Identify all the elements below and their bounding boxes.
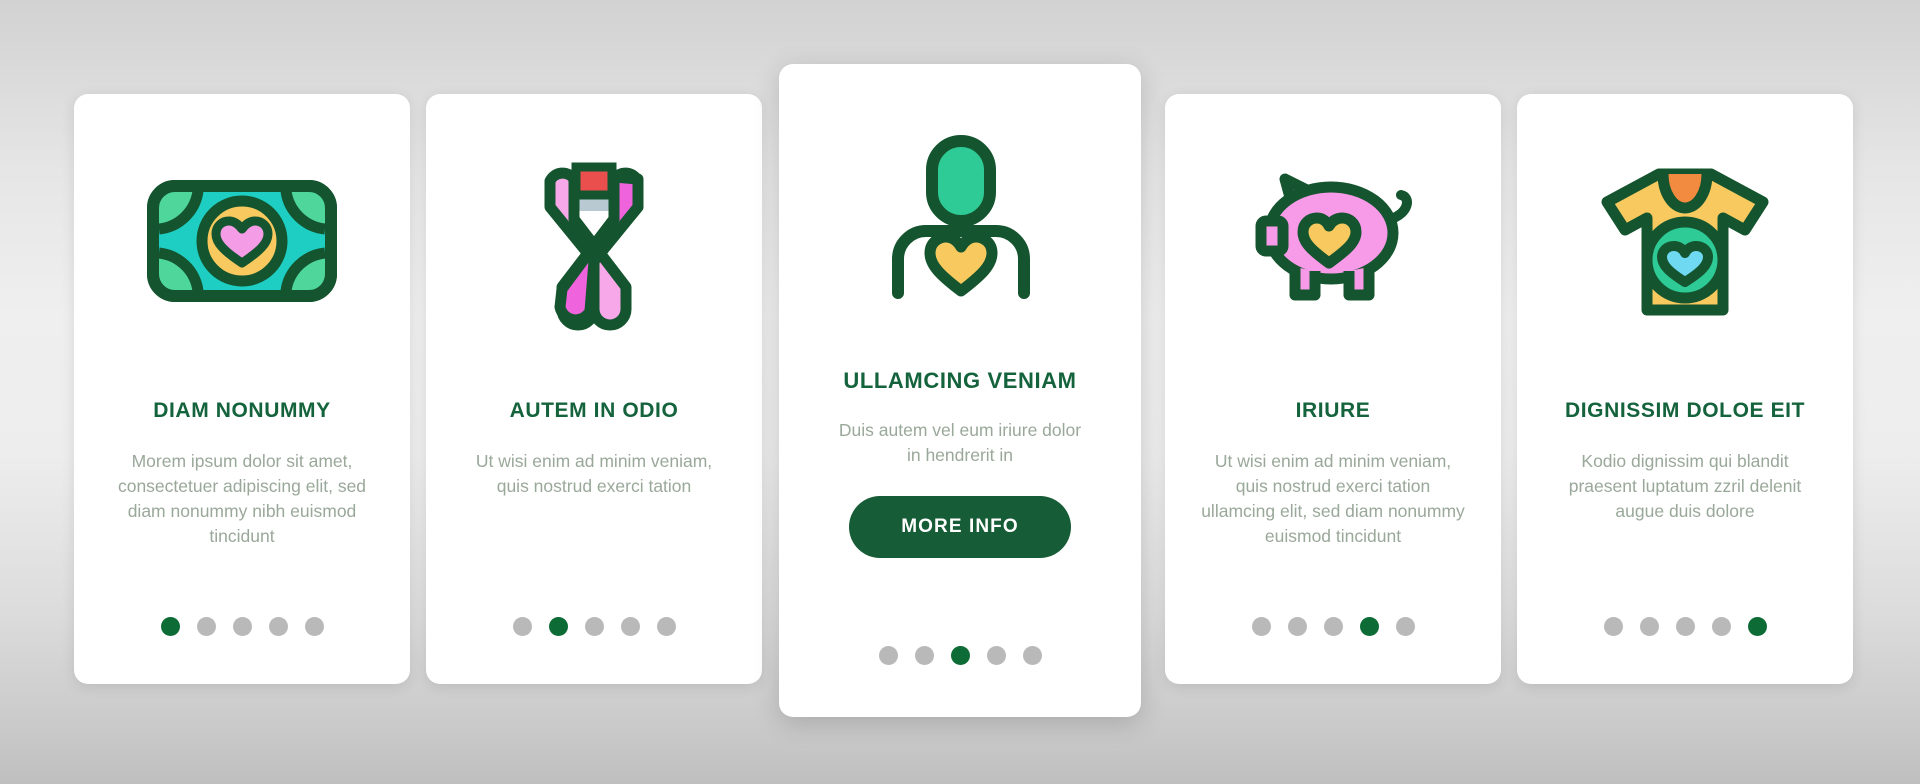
- onboarding-card-1[interactable]: DIAM NONUMMY Morem ipsum dolor sit amet,…: [74, 94, 410, 684]
- card-title: AUTEM IN ODIO: [509, 399, 679, 422]
- pagination-dot-5[interactable]: [304, 617, 324, 636]
- onboarding-card-2[interactable]: AUTEM IN ODIO Ut wisi enim ad minim veni…: [426, 94, 762, 684]
- pagination-dot-3[interactable]: [584, 617, 604, 636]
- pagination-dot-4[interactable]: [1359, 617, 1379, 636]
- tshirt-heart-icon: [1517, 136, 1853, 346]
- pagination-dot-4[interactable]: [986, 646, 1006, 665]
- pagination-dot-5[interactable]: [1395, 617, 1415, 636]
- awareness-ribbon-icon: [426, 136, 762, 346]
- pagination-dot-3[interactable]: [1323, 617, 1343, 636]
- pagination-dot-5[interactable]: [1747, 617, 1767, 636]
- card-body-text: Duis autem vel eum iriure dolor in hendr…: [838, 420, 1082, 466]
- pagination-dots[interactable]: [1517, 617, 1853, 636]
- onboarding-card-3[interactable]: ULLAMCING VENIAM Duis autem vel eum iriu…: [779, 64, 1141, 717]
- card-body-text: Morem ipsum dolor sit amet, consectetuer…: [117, 451, 367, 546]
- card-title: DIGNISSIM DOLOE EIT: [1564, 399, 1806, 422]
- pagination-dot-1[interactable]: [878, 646, 898, 665]
- onboarding-card-4[interactable]: IRIURE Ut wisi enim ad minim veniam, qui…: [1165, 94, 1501, 684]
- pagination-dot-3[interactable]: [232, 617, 252, 636]
- card-title: IRIURE: [1295, 399, 1371, 422]
- pagination-dot-5[interactable]: [1022, 646, 1042, 665]
- pagination-dots[interactable]: [1165, 617, 1501, 636]
- person-heart-icon: [779, 112, 1141, 322]
- pagination-dot-1[interactable]: [1251, 617, 1271, 636]
- pagination-dot-4[interactable]: [268, 617, 288, 636]
- pagination-dot-4[interactable]: [1711, 617, 1731, 636]
- pagination-dot-2[interactable]: [1287, 617, 1307, 636]
- more-info-button[interactable]: MORE INFO: [849, 496, 1071, 559]
- pagination-dots[interactable]: [779, 646, 1141, 665]
- card-title: DIAM NONUMMY: [153, 399, 331, 422]
- pagination-dot-2[interactable]: [1639, 617, 1659, 636]
- piggy-bank-heart-icon: [1165, 136, 1501, 346]
- pagination-dot-2[interactable]: [548, 617, 568, 636]
- pagination-dot-3[interactable]: [950, 646, 970, 665]
- pagination-dot-1[interactable]: [160, 617, 180, 636]
- money-bill-heart-icon: [74, 136, 410, 346]
- pagination-dot-1[interactable]: [1603, 617, 1623, 636]
- pagination-dot-4[interactable]: [620, 617, 640, 636]
- pagination-dot-5[interactable]: [656, 617, 676, 636]
- card-title: ULLAMCING VENIAM: [843, 368, 1077, 393]
- card-body-text: Ut wisi enim ad minim veniam, quis nostr…: [1201, 451, 1465, 546]
- onboarding-card-5[interactable]: DIGNISSIM DOLOE EIT Kodio dignissim qui …: [1517, 94, 1853, 684]
- pagination-dot-2[interactable]: [914, 646, 934, 665]
- pagination-dot-1[interactable]: [512, 617, 532, 636]
- pagination-dots[interactable]: [74, 617, 410, 636]
- pagination-dot-2[interactable]: [196, 617, 216, 636]
- onboarding-screens-stage: DIAM NONUMMY Morem ipsum dolor sit amet,…: [0, 0, 1920, 784]
- pagination-dot-3[interactable]: [1675, 617, 1695, 636]
- pagination-dots[interactable]: [426, 617, 762, 636]
- card-body-text: Kodio dignissim qui blandit praesent lup…: [1568, 451, 1802, 521]
- card-body-text: Ut wisi enim ad minim veniam, quis nostr…: [475, 451, 713, 497]
